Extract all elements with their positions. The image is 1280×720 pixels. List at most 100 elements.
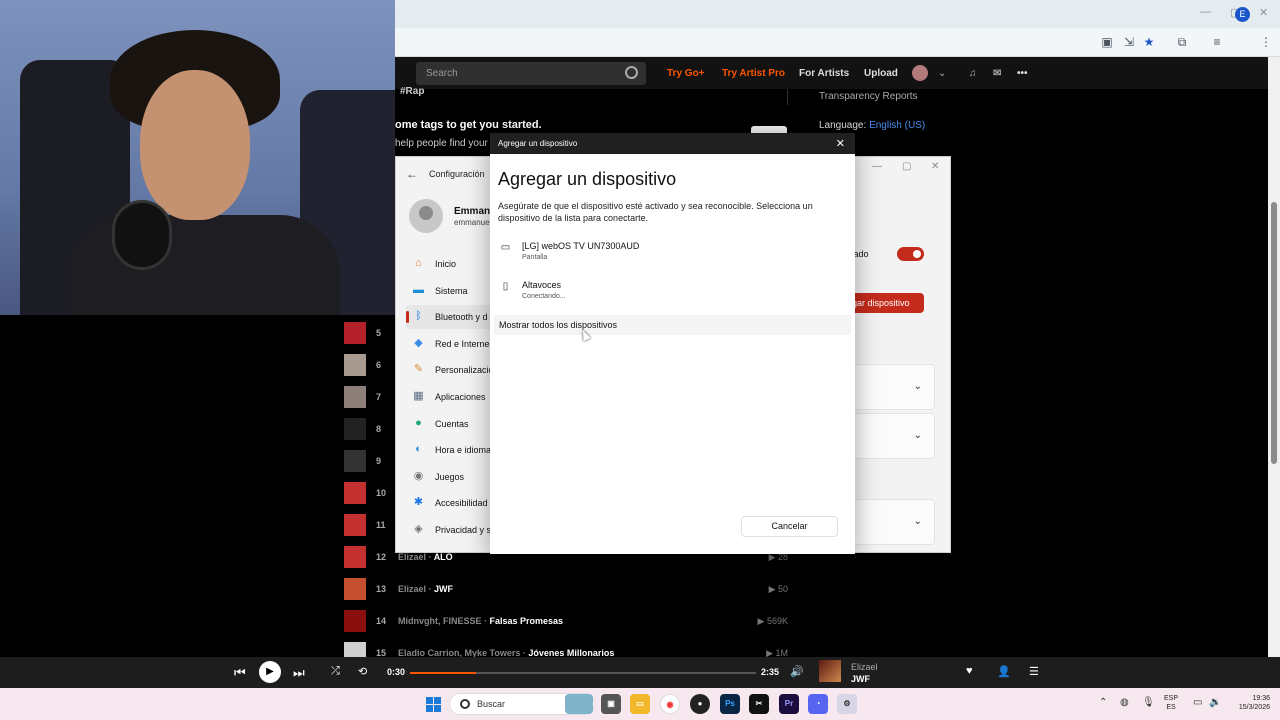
sidebar-item-accesibilidad[interactable]: ✱ Accesibilidad xyxy=(406,491,491,515)
chevron-up-icon[interactable]: ⌃ xyxy=(1099,697,1107,708)
settings-gear-icon[interactable]: ⚙ xyxy=(837,694,857,714)
track-title[interactable]: ALO xyxy=(434,552,453,562)
track-artist[interactable]: Elizael · ALO xyxy=(398,552,453,562)
user-avatar[interactable] xyxy=(912,65,928,81)
wifi-icon[interactable]: ▭ xyxy=(1193,697,1202,708)
show-all-devices-button[interactable]: Mostrar todos los dispositivos xyxy=(494,315,851,342)
microphone-icon[interactable]: 🎙 xyxy=(1142,697,1155,708)
settings-maximize-button[interactable]: ▢ xyxy=(902,161,911,172)
obs-icon[interactable]: ● xyxy=(690,694,710,714)
more-icon[interactable]: ••• xyxy=(1017,68,1028,79)
track-artwork[interactable] xyxy=(344,482,366,504)
settings-minimize-button[interactable]: — xyxy=(872,161,882,172)
track-artist[interactable]: Elizael · JWF xyxy=(398,584,453,594)
close-window-button[interactable]: ✕ xyxy=(1259,6,1268,19)
sidebar-item-bluetooth[interactable]: ᛒ Bluetooth y d xyxy=(406,305,491,330)
sidebar-item-sistema[interactable]: ▬ Sistema xyxy=(406,279,491,303)
messages-icon[interactable]: ✉ xyxy=(993,68,1001,79)
track-artwork[interactable] xyxy=(344,578,366,600)
track-title[interactable]: Falsas Promesas xyxy=(490,616,564,626)
photoshop-icon[interactable]: Ps xyxy=(720,694,740,714)
browser-menu-icon[interactable]: ⋮ xyxy=(1259,35,1273,49)
device-item[interactable]: ▭ [LG] webOS TV UN7300AUD Pantalla xyxy=(494,238,851,270)
now-playing-title[interactable]: JWF xyxy=(851,674,870,684)
search-icon[interactable] xyxy=(625,66,638,79)
cancel-button[interactable]: Cancelar xyxy=(741,516,838,537)
track-artwork[interactable] xyxy=(344,418,366,440)
now-playing-artist[interactable]: Elizael xyxy=(851,662,878,672)
upload-link[interactable]: Upload xyxy=(864,68,898,79)
windows-start-icon[interactable] xyxy=(426,697,441,712)
track-title[interactable]: JWF xyxy=(434,584,453,594)
next-icon[interactable]: ⏭ xyxy=(293,665,305,681)
table-row[interactable]: 13 Elizael · JWF ▶ 50 xyxy=(340,578,800,602)
track-artwork[interactable] xyxy=(344,450,366,472)
notifications-icon[interactable]: ♫ xyxy=(969,68,977,79)
install-icon[interactable]: ⇲ xyxy=(1122,35,1136,49)
back-arrow-icon[interactable]: ← xyxy=(406,167,418,181)
profile-avatar[interactable]: E xyxy=(1235,7,1250,22)
settings-card[interactable]: ⌄ xyxy=(849,413,935,459)
tag-rap[interactable]: #Rap xyxy=(400,86,424,97)
volume-icon[interactable]: 🔉 xyxy=(1209,697,1221,708)
progress-bar[interactable] xyxy=(410,672,756,674)
track-artwork[interactable] xyxy=(344,354,366,376)
discord-icon[interactable]: ◔ xyxy=(808,694,828,714)
media-control-icon[interactable]: ≡ xyxy=(1210,35,1224,49)
device-item[interactable]: ▯ Altavoces Conectando... xyxy=(494,277,851,309)
track-artwork[interactable] xyxy=(344,322,366,344)
sidebar-item-personalizació[interactable]: ✎ Personalizació xyxy=(406,358,494,382)
transparency-link[interactable]: Transparency Reports xyxy=(819,91,918,102)
play-button[interactable]: ▶ xyxy=(259,661,281,683)
chevron-down-icon[interactable]: ⌄ xyxy=(938,68,946,79)
bookmark-star-icon[interactable]: ★ xyxy=(1142,35,1156,49)
previous-icon[interactable]: ⏮ xyxy=(234,665,246,681)
track-artwork[interactable] xyxy=(344,610,366,632)
settings-card[interactable]: ⌄ xyxy=(849,499,935,545)
like-icon[interactable]: ♥ xyxy=(966,665,973,677)
close-icon[interactable]: ✕ xyxy=(836,137,845,150)
repeat-icon[interactable]: ⟲ xyxy=(358,665,367,678)
sidebar-item-juegos[interactable]: ◉ Juegos xyxy=(406,465,491,489)
try-go-link[interactable]: Try Go+ xyxy=(667,68,705,79)
extensions-icon[interactable]: ⧉ xyxy=(1175,35,1189,49)
sidebar-item-red[interactable]: ◆ Red e Interne xyxy=(406,332,491,356)
search-highlight-icon[interactable] xyxy=(565,694,593,714)
search-input[interactable]: Search xyxy=(416,62,646,85)
language-value[interactable]: English (US) xyxy=(869,120,925,131)
file-explorer-icon[interactable]: ▭ xyxy=(630,694,650,714)
try-artist-pro-link[interactable]: Try Artist Pro xyxy=(722,68,785,79)
settings-close-button[interactable]: ✕ xyxy=(931,161,939,172)
sidebar-item-aplicaciones[interactable]: ▦ Aplicaciones xyxy=(406,385,491,409)
track-artwork[interactable] xyxy=(344,514,366,536)
track-artist[interactable]: Midnvght, FINESSE · Falsas Promesas xyxy=(398,616,563,626)
language-setting[interactable]: Language: English (US) xyxy=(819,120,925,131)
sidebar-item-hora[interactable]: ◐ Hora e idioma xyxy=(406,438,491,462)
page-scrollbar[interactable] xyxy=(1268,57,1280,657)
track-artwork[interactable] xyxy=(344,546,366,568)
table-row[interactable]: 14 Midnvght, FINESSE · Falsas Promesas ▶ 5… xyxy=(340,610,800,634)
capcut-icon[interactable]: ✂ xyxy=(749,694,769,714)
sidebar-item-privacidad[interactable]: ◈ Privacidad y s xyxy=(406,518,491,542)
tray-app-icon[interactable]: ◍ xyxy=(1120,697,1129,708)
queue-icon[interactable]: ☰ xyxy=(1029,665,1039,678)
clock[interactable]: 19:36 15/3/2026 xyxy=(1226,694,1270,712)
settings-card[interactable]: ⌄ xyxy=(849,364,935,410)
scrollbar-thumb[interactable] xyxy=(1271,202,1277,464)
now-playing-artwork[interactable] xyxy=(819,660,841,682)
chrome-icon[interactable]: ◉ xyxy=(660,694,680,714)
sidebar-item-inicio[interactable]: ⌂ Inicio xyxy=(406,252,491,276)
for-artists-link[interactable]: For Artists xyxy=(799,68,849,79)
premiere-icon[interactable]: Pr xyxy=(779,694,799,714)
translate-icon[interactable]: ▣ xyxy=(1100,35,1114,49)
language-indicator[interactable]: ESP ES xyxy=(1164,694,1178,712)
volume-icon[interactable]: 🔊 xyxy=(790,665,804,678)
sidebar-item-cuentas[interactable]: ● Cuentas xyxy=(406,412,491,436)
follow-icon[interactable]: 👤 xyxy=(997,665,1011,678)
track-artwork[interactable] xyxy=(344,386,366,408)
bluetooth-toggle[interactable] xyxy=(897,247,924,261)
minimize-button[interactable]: — xyxy=(1200,6,1211,18)
task-view-icon[interactable]: ▣ xyxy=(601,694,621,714)
add-device-button[interactable]: gar dispositivo xyxy=(848,293,924,313)
shuffle-icon[interactable]: ⤮ xyxy=(331,665,340,678)
